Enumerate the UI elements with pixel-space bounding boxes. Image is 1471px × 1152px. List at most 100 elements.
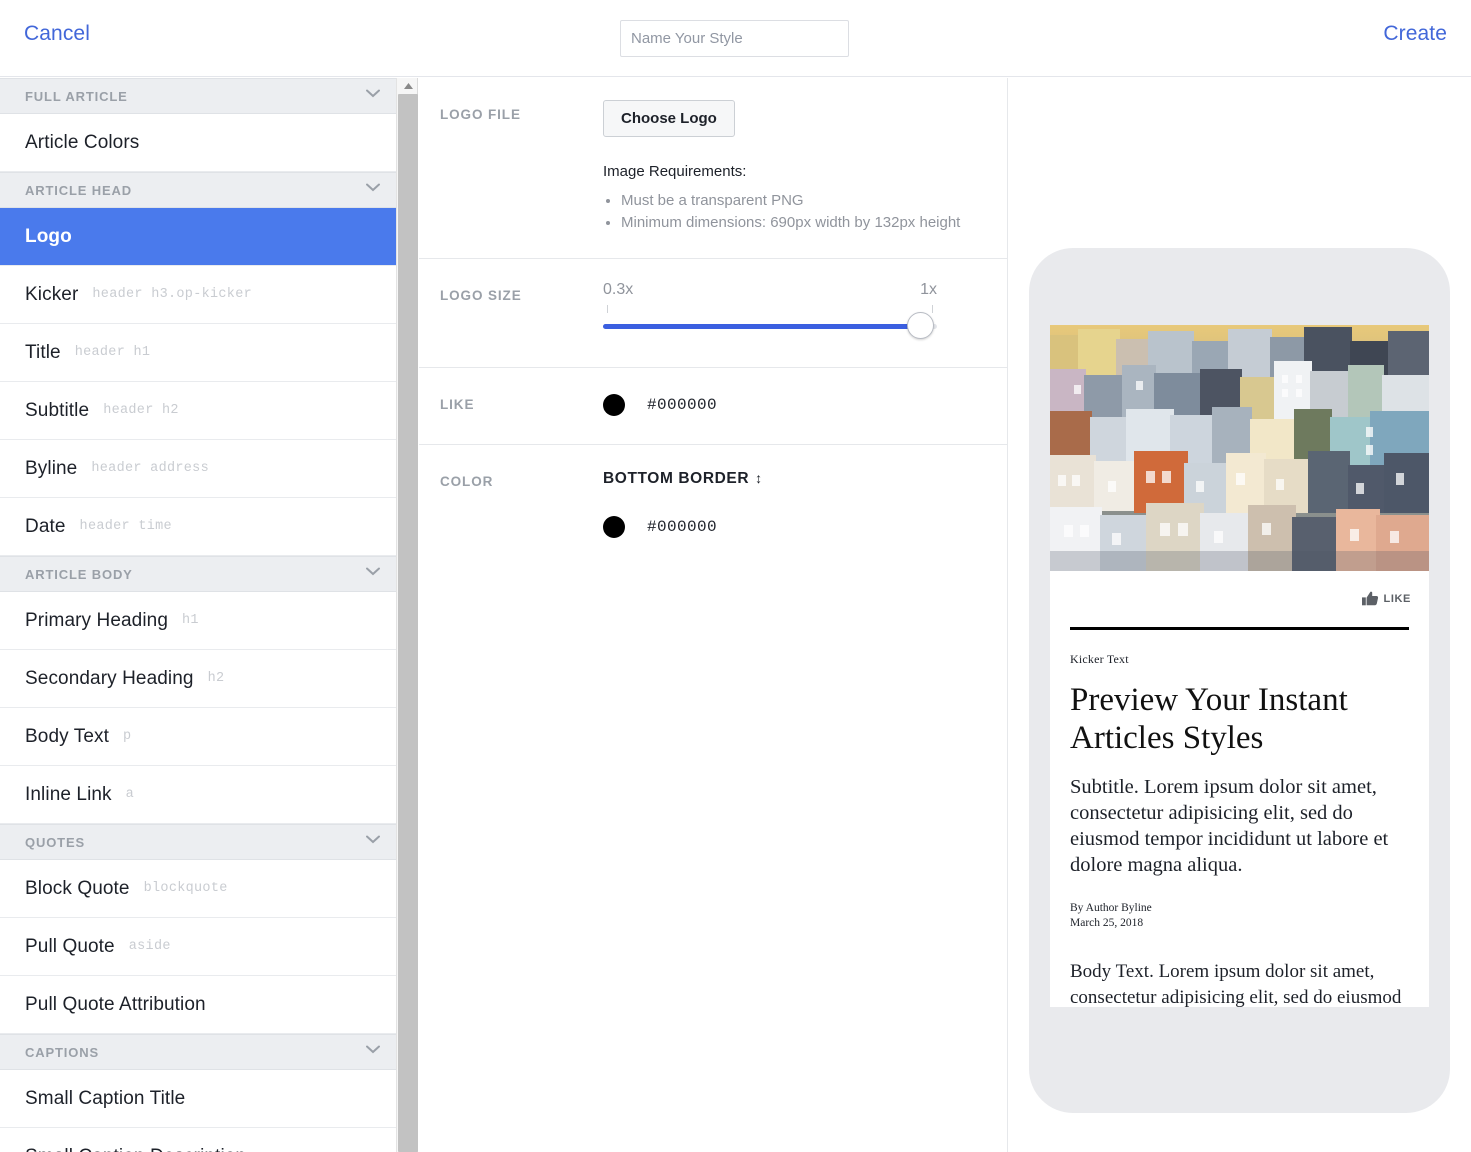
sidebar-section-label: ARTICLE HEAD [25, 183, 132, 198]
thumbs-up-icon [1362, 591, 1379, 607]
like-label: LIKE [440, 397, 474, 412]
sidebar-section-label: ARTICLE BODY [25, 567, 133, 582]
article-kicker: Kicker Text [1070, 652, 1409, 667]
chevron-down-icon[interactable] [366, 567, 380, 581]
sidebar-item-secondary-heading[interactable]: Secondary Heading h2 [0, 650, 396, 708]
sidebar-item-label: Body Text [25, 726, 109, 748]
color-label: COLOR [440, 474, 493, 489]
sidebar-item-label: Byline [25, 458, 77, 480]
style-name-input[interactable] [620, 20, 849, 57]
like-section: LIKE #000000 [419, 368, 1007, 445]
chevron-down-icon[interactable] [366, 89, 380, 103]
sidebar-item-body-text[interactable]: Body Text p [0, 708, 396, 766]
sidebar-item-label: Small Caption Title [25, 1088, 185, 1110]
sidebar-item-selector: h1 [182, 613, 199, 628]
sidebar-item-label: Pull Quote [25, 936, 115, 958]
like-button[interactable]: LIKE [1050, 571, 1429, 627]
slider-max-label: 1x [920, 281, 937, 299]
sidebar-item-selector: header h1 [75, 345, 151, 360]
slider-fill [603, 324, 921, 329]
phone-frame: LIKE Kicker Text Preview Your Instant Ar… [1029, 248, 1450, 1113]
sidebar-item-primary-heading[interactable]: Primary Heading h1 [0, 592, 396, 650]
sidebar-item-label: Inline Link [25, 784, 112, 806]
border-color-hex: #000000 [647, 518, 717, 536]
sidebar-section-label: FULL ARTICLE [25, 89, 128, 104]
border-color-row: #000000 [603, 516, 987, 538]
sidebar-item-small-caption-title[interactable]: Small Caption Title [0, 1070, 396, 1128]
sidebar-item-pull-quote-attribution[interactable]: Pull Quote Attribution [0, 976, 396, 1034]
sidebar-item-small-caption-description[interactable]: Small Caption Description [0, 1128, 396, 1152]
sidebar-scrollbar-thumb[interactable] [398, 94, 418, 1152]
sidebar-item-selector: header time [80, 519, 172, 534]
sidebar-section-header-full-article[interactable]: FULL ARTICLE [0, 78, 396, 114]
sidebar-item-label: Primary Heading [25, 610, 168, 632]
sidebar-item-selector: blockquote [144, 881, 228, 896]
sidebar-item-kicker[interactable]: Kickerheader h3.op-kicker [0, 266, 396, 324]
list-item: Minimum dimensions: 690px width by 132px… [621, 212, 987, 234]
like-color-swatch[interactable] [603, 394, 625, 416]
scroll-up-arrow-icon[interactable] [397, 78, 419, 94]
chevron-updown-icon: ↕ [755, 470, 763, 486]
sidebar-section-header-article-head[interactable]: ARTICLE HEAD [0, 172, 396, 208]
sidebar-item-logo[interactable]: Logo [0, 208, 396, 266]
cityscape-illustration [1050, 325, 1429, 571]
article-byline: By Author Byline [1070, 902, 1409, 914]
phone-screen: LIKE Kicker Text Preview Your Instant Ar… [1050, 325, 1429, 1007]
sidebar-item-article-colors[interactable]: Article Colors [0, 114, 396, 172]
sidebar-scrollbar[interactable] [396, 78, 418, 1152]
article-date: March 25, 2018 [1070, 917, 1409, 929]
sidebar-item-byline[interactable]: Byline header address [0, 440, 396, 498]
sidebar-item-label: Kicker [25, 284, 78, 306]
choose-logo-button[interactable]: Choose Logo [603, 100, 735, 137]
article-body-text: Body Text. Lorem ipsum dolor sit amet, c… [1070, 959, 1409, 1007]
like-color-hex: #000000 [647, 396, 717, 414]
sidebar-item-label: Date [25, 516, 66, 538]
sidebar-section-header-quotes[interactable]: QUOTES [0, 824, 396, 860]
like-color-row: #000000 [603, 394, 987, 416]
border-color-swatch[interactable] [603, 516, 625, 538]
sidebar-item-label: Pull Quote Attribution [25, 994, 206, 1016]
create-button[interactable]: Create [1383, 22, 1447, 46]
article-headline: Preview Your Instant Articles Styles [1070, 681, 1409, 757]
sidebar-section-label: CAPTIONS [25, 1045, 99, 1060]
sidebar-item-pull-quote[interactable]: Pull Quoteaside [0, 918, 396, 976]
logo-file-label: LOGO FILE [440, 107, 521, 122]
sidebar-item-label: Subtitle [25, 400, 89, 422]
chevron-down-icon[interactable] [366, 183, 380, 197]
article-preview-body: Kicker Text Preview Your Instant Article… [1050, 630, 1429, 1007]
sidebar-item-selector: header address [91, 461, 209, 476]
sidebar-section-label: QUOTES [25, 835, 85, 850]
sidebar-item-selector: header h2 [103, 403, 179, 418]
article-subtitle: Subtitle. Lorem ipsum dolor sit amet, co… [1070, 774, 1409, 878]
sidebar-item-selector: p [123, 729, 131, 744]
sidebar-item-block-quote[interactable]: Block Quoteblockquote [0, 860, 396, 918]
logo-size-label: LOGO SIZE [440, 288, 522, 303]
logo-size-slider[interactable]: 0.3x 1x [603, 281, 937, 343]
image-requirements-list: Must be a transparent PNG Minimum dimens… [621, 190, 987, 234]
hero-image [1050, 325, 1429, 571]
style-element-sidebar[interactable]: FULL ARTICLE Article Colors ARTICLE HEAD Lo… [0, 78, 396, 1152]
sidebar-item-selector: a [126, 787, 134, 802]
sidebar-item-date[interactable]: Date header time [0, 498, 396, 556]
chevron-down-icon[interactable] [366, 1045, 380, 1059]
sidebar-item-label: Secondary Heading [25, 668, 194, 690]
chevron-down-icon[interactable] [366, 835, 380, 849]
settings-panel: LOGO FILE Choose Logo Image Requirements… [419, 78, 1008, 1152]
slider-min-label: 0.3x [603, 281, 633, 299]
sidebar-item-label: Article Colors [25, 132, 139, 154]
sidebar-section-header-captions[interactable]: CAPTIONS [0, 1034, 396, 1070]
sidebar-item-label: Title [25, 342, 61, 364]
color-section: COLOR BOTTOM BORDER↕ #000000 [419, 445, 1007, 562]
cancel-button[interactable]: Cancel [24, 22, 90, 46]
sidebar-item-title[interactable]: Title header h1 [0, 324, 396, 382]
list-item: Must be a transparent PNG [621, 190, 987, 212]
sidebar-item-label: Small Caption Description [25, 1146, 246, 1152]
sidebar-item-subtitle[interactable]: Subtitle header h2 [0, 382, 396, 440]
color-target-dropdown[interactable]: BOTTOM BORDER↕ [603, 470, 763, 488]
sidebar-item-selector: h2 [208, 671, 225, 686]
slider-knob[interactable] [907, 312, 934, 339]
sidebar-item-inline-link[interactable]: Inline Link a [0, 766, 396, 824]
logo-size-section: LOGO SIZE 0.3x 1x [419, 259, 1007, 368]
slider-tick-left [607, 305, 608, 313]
sidebar-section-header-article-body[interactable]: ARTICLE BODY [0, 556, 396, 592]
